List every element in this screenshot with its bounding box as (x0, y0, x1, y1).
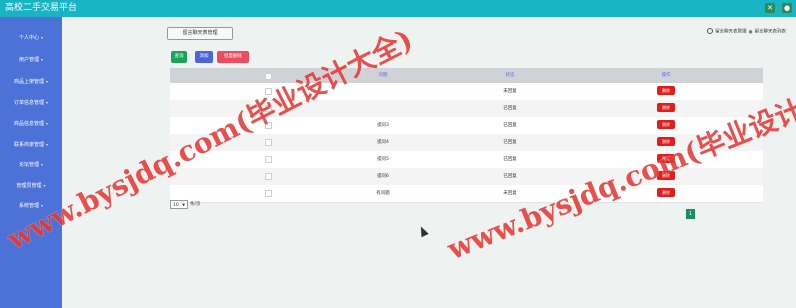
row-checkbox[interactable] (265, 139, 272, 146)
cell-question: 提问4 (377, 140, 389, 145)
sidebar-item-label: 论坛管理 (18, 162, 39, 168)
chevron-down-icon: ▼ (182, 203, 185, 207)
cell-status: 已回复 (503, 106, 517, 111)
sidebar-item-label: 管理员管理 (16, 183, 42, 189)
add-button[interactable]: 添加 (195, 51, 213, 63)
cell-status: 已回复 (503, 140, 517, 145)
cell-question: 提问6 (377, 174, 389, 179)
sidebar-item-merchant-contact[interactable]: 联系商家管理 ▾ (0, 140, 62, 150)
sidebar-item-label: 商品上架管理 (13, 79, 44, 85)
cell-status: 已回复 (503, 174, 517, 179)
table-row: 有问题 未回复 删除 (170, 185, 763, 203)
home-icon (707, 28, 714, 34)
cell-status: 未回复 (503, 89, 517, 94)
sidebar-item-forum[interactable]: 论坛管理 ▾ (0, 160, 62, 170)
row-checkbox[interactable] (265, 190, 272, 197)
breadcrumb-current: 留言聊天表列表 (754, 29, 787, 35)
page-size-label: 条/页 (190, 202, 201, 207)
cell-status: 已回复 (503, 157, 517, 162)
sidebar-item-orders[interactable]: 订单信息管理 ▾ (0, 98, 62, 108)
page-size-value: 10 (173, 203, 179, 208)
row-checkbox[interactable] (265, 156, 272, 163)
row-checkbox[interactable] (265, 173, 272, 180)
delete-button[interactable]: 删除 (657, 188, 675, 197)
chevron-down-icon: ▾ (46, 79, 49, 84)
search-button[interactable]: 查询 (171, 51, 187, 63)
breadcrumb: 留言聊天表管理 ● 留言聊天表列表 (707, 28, 786, 37)
chevron-down-icon: ▾ (41, 35, 44, 40)
delete-button[interactable]: 删除 (657, 103, 675, 112)
sidebar-item-users[interactable]: 用户管理 ▾ (0, 55, 62, 65)
app-title: 高校二手交易平台 (5, 3, 78, 13)
sidebar: 个人中心 ▾ 用户管理 ▾ 商品上架管理 ▾ 订单信息管理 ▾ 商品信息管理 ▾ 联系商家… (0, 17, 62, 308)
swap-icon[interactable]: ✕ (765, 3, 775, 13)
pagination-page-1[interactable]: 1 (686, 209, 695, 219)
chevron-down-icon: ▾ (43, 183, 46, 188)
page-size-select[interactable]: 10 ▼ (170, 200, 188, 209)
sidebar-item-label: 个人中心 (18, 35, 39, 41)
column-header-action: 操作 (661, 73, 671, 78)
select-all-checkbox[interactable] (265, 73, 272, 80)
delete-button[interactable]: 删除 (657, 86, 675, 95)
user-icon[interactable]: ● (782, 3, 792, 13)
chevron-down-icon: ▾ (41, 57, 44, 62)
top-bar: 高校二手交易平台 ✕ ● (0, 0, 796, 17)
breadcrumb-separator: ● (748, 29, 753, 35)
delete-button[interactable]: 删除 (657, 120, 675, 129)
chevron-down-icon: ▾ (41, 162, 44, 167)
chevron-down-icon: ▾ (46, 142, 49, 147)
sidebar-item-personal-center[interactable]: 个人中心 ▾ (0, 33, 62, 43)
chevron-down-icon: ▾ (46, 100, 49, 105)
chevron-down-icon: ▾ (46, 121, 49, 126)
sidebar-item-products[interactable]: 商品信息管理 ▾ (0, 119, 62, 129)
sidebar-item-admins[interactable]: 管理员管理 ▾ (0, 181, 62, 191)
sidebar-item-label: 订单信息管理 (13, 100, 44, 106)
breadcrumb-home[interactable]: 留言聊天表管理 (715, 30, 747, 35)
cell-question: 提问3 (377, 123, 389, 128)
cell-question: 有问题 (376, 191, 390, 196)
cell-question: 提问5 (377, 157, 389, 162)
cell-status: 未回复 (503, 191, 517, 196)
sidebar-item-label: 用户管理 (18, 57, 39, 63)
page-title-button[interactable]: 留言聊天表管理 (167, 27, 233, 40)
sidebar-item-product-listing[interactable]: 商品上架管理 ▾ (0, 77, 62, 87)
batch-delete-button[interactable]: 批量删除 (217, 51, 249, 63)
sidebar-item-label: 商品信息管理 (13, 121, 44, 127)
sidebar-item-label: 联系商家管理 (13, 142, 44, 148)
column-header-status[interactable]: 状态 (506, 72, 515, 79)
table-header: 问题 状态 操作 (170, 68, 763, 83)
cell-status: 已回复 (503, 123, 517, 128)
